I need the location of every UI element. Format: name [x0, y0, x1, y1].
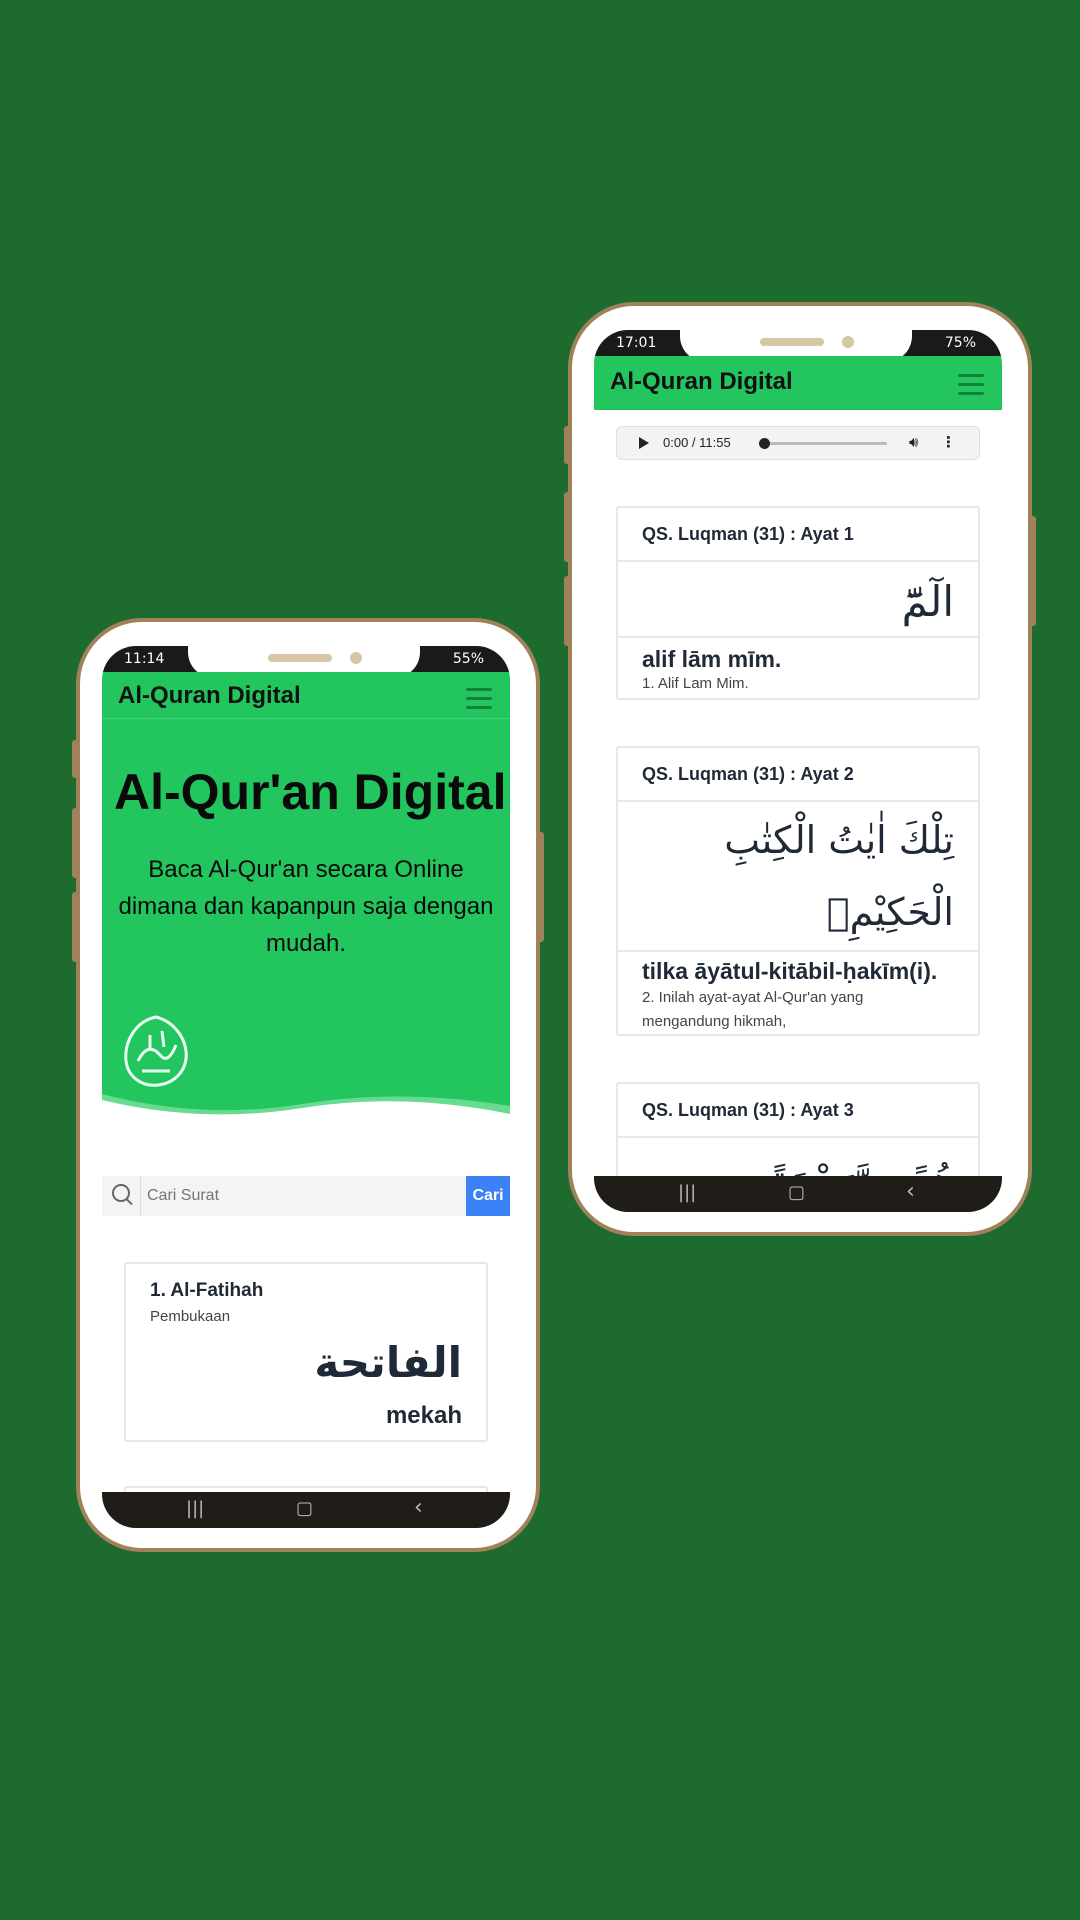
ayah-card: QS. Luqman (31) : Ayat 1 الٓمّٓ alif lām…: [616, 506, 980, 700]
hamburger-icon[interactable]: [958, 374, 984, 401]
home-button[interactable]: ▢: [788, 1182, 805, 1203]
status-battery: 75%: [944, 335, 976, 351]
surah-arabic-name: الفاتحة: [314, 1338, 462, 1387]
ayah-arabic: تِلْكَ اٰيٰتُ الْكِتٰبِ الْحَكِيْمِۙ: [724, 818, 954, 934]
ayah-divider: [618, 636, 978, 638]
more-options-icon[interactable]: ⋮: [941, 433, 956, 451]
hero-wave: [102, 1094, 510, 1124]
search-bar: Cari: [102, 1176, 510, 1216]
left-phone-screen: 11:14 55% Al-Quran Digital Al-Qur'an Dig…: [102, 646, 510, 1528]
speaker-grille: [760, 338, 824, 346]
hamburger-icon[interactable]: [466, 688, 492, 715]
search-icon: [112, 1184, 130, 1202]
ayah-arabic: الٓمّٓ: [901, 577, 954, 626]
volume-icon[interactable]: 🔊︎: [909, 433, 918, 451]
back-button[interactable]: ‹: [414, 1495, 423, 1520]
system-navigation-bar: ||| ▢ ‹: [102, 1492, 510, 1528]
ayah-header: QS. Luqman (31) : Ayat 2: [618, 748, 978, 802]
ayah-translation: 2. Inilah ayat-ayat Al-Qur'an yang menga…: [642, 989, 864, 1030]
hero-title: Al-Qur'an Digital: [114, 764, 507, 820]
navbar-brand[interactable]: Al-Quran Digital: [610, 368, 793, 396]
back-button[interactable]: ‹: [906, 1179, 915, 1204]
ayah-header: QS. Luqman (31) : Ayat 1: [618, 508, 978, 562]
recents-button[interactable]: |||: [186, 1498, 204, 1519]
ayah-translation: 1. Alif Lam Mim.: [642, 675, 749, 692]
right-phone-screen: 17:01 75% Al-Quran Digital 0:00 / 11:55 …: [594, 330, 1002, 1212]
front-camera: [842, 336, 854, 348]
left-phone-frame: 11:14 55% Al-Quran Digital Al-Qur'an Dig…: [76, 618, 540, 1552]
audio-progress-thumb[interactable]: [759, 438, 770, 449]
surah-revelation-place: mekah: [385, 1402, 462, 1429]
audio-progress-track[interactable]: [759, 442, 887, 445]
speaker-grille: [268, 654, 332, 662]
top-navbar: Al-Quran Digital: [102, 672, 510, 718]
ayah-latin: alif lām mīm.: [642, 646, 782, 672]
ayah-card: QS. Luqman (31) : Ayat 2 تِلْكَ اٰيٰتُ ا…: [616, 746, 980, 1036]
top-navbar: Al-Quran Digital: [594, 356, 1002, 410]
home-button[interactable]: ▢: [296, 1498, 313, 1519]
right-phone-frame: 17:01 75% Al-Quran Digital 0:00 / 11:55 …: [568, 302, 1032, 1236]
ayah-header-label: QS. Luqman (31) : Ayat 1: [642, 524, 854, 544]
ayah-header-label: QS. Luqman (31) : Ayat 2: [642, 764, 854, 784]
navbar-brand[interactable]: Al-Quran Digital: [118, 682, 301, 710]
audio-time: 0:00 / 11:55: [663, 435, 731, 450]
play-icon[interactable]: [639, 437, 649, 449]
hero-section: Al-Qur'an Digital Baca Al-Qur'an secara …: [102, 718, 510, 1124]
surah-card[interactable]: 1. Al-Fatihah Pembukaan الفاتحة mekah: [124, 1262, 488, 1442]
ayah-header-label: QS. Luqman (31) : Ayat 3: [642, 1100, 854, 1120]
status-battery: 55%: [452, 651, 484, 667]
audio-player[interactable]: 0:00 / 11:55 🔊︎ ⋮: [616, 426, 980, 460]
surah-meaning: Pembukaan: [150, 1308, 231, 1325]
hero-subtitle: Baca Al-Qur'an secara Online dimana dan …: [118, 856, 494, 957]
ayah-latin: tilka āyātul-kitābil-ḥakīm(i).: [642, 958, 938, 984]
search-input[interactable]: [140, 1176, 440, 1216]
status-time: 17:01: [616, 335, 657, 351]
ayah-divider: [618, 950, 978, 952]
search-button[interactable]: Cari: [466, 1176, 510, 1216]
recents-button[interactable]: |||: [678, 1182, 696, 1203]
status-time: 11:14: [124, 651, 165, 667]
surah-name: 1. Al-Fatihah: [150, 1280, 264, 1301]
ayah-header: QS. Luqman (31) : Ayat 3: [618, 1084, 978, 1138]
front-camera: [350, 652, 362, 664]
system-navigation-bar: ||| ▢ ‹: [594, 1176, 1002, 1212]
